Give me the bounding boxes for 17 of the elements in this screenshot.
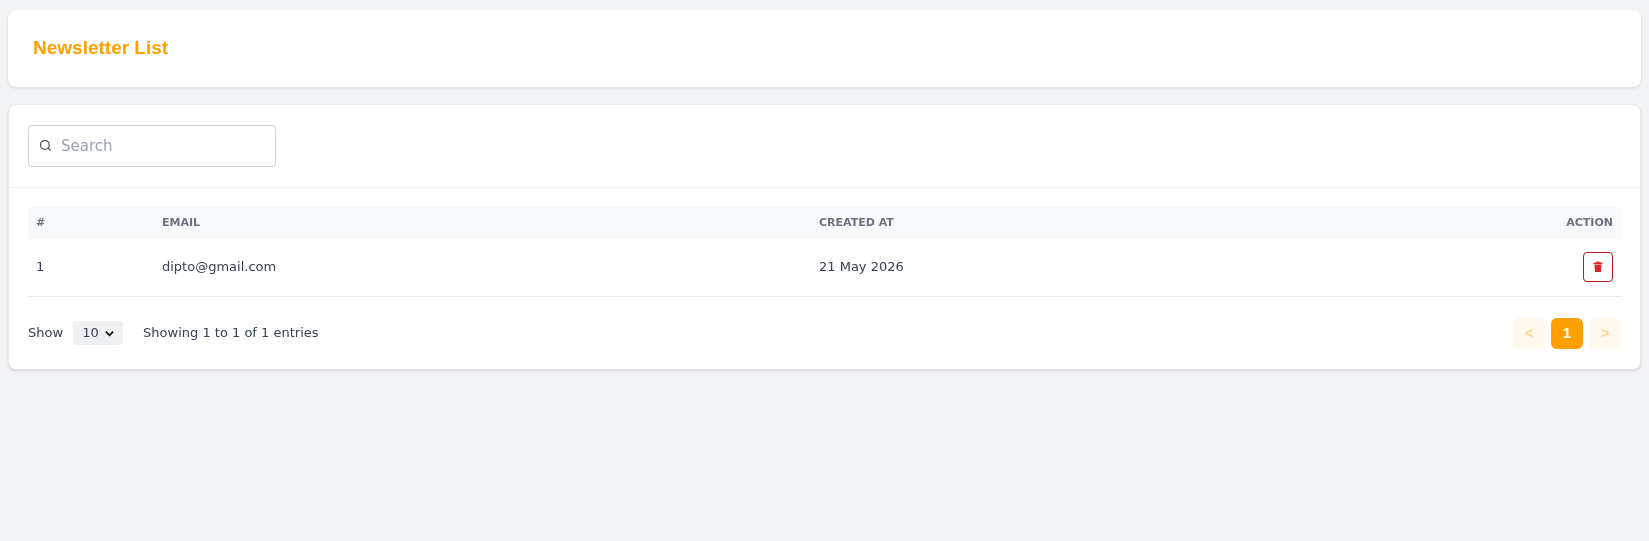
table-cell: 21 May 2026 [819, 258, 904, 274]
column-header: ACTION [1566, 215, 1613, 229]
table-cell: 1 [36, 258, 45, 274]
search-field[interactable]: Search [28, 125, 276, 167]
page-size-select[interactable]: 10 [73, 321, 124, 345]
column-header: EMAIL [162, 215, 201, 229]
chevron-down-icon [104, 328, 114, 338]
delete-button[interactable] [1583, 251, 1613, 282]
entries-summary: Showing 1 to 1 of 1 entries [143, 324, 319, 343]
column-header: CREATED AT [819, 215, 894, 229]
search-icon [38, 138, 53, 153]
show-label: Show [28, 324, 64, 343]
page-title: Newsletter List [33, 36, 169, 61]
column-header: # [36, 215, 46, 229]
table-cell: dipto@gmail.com [162, 258, 277, 274]
trash-icon [1592, 260, 1604, 273]
page-button[interactable]: 1 [1551, 317, 1583, 349]
